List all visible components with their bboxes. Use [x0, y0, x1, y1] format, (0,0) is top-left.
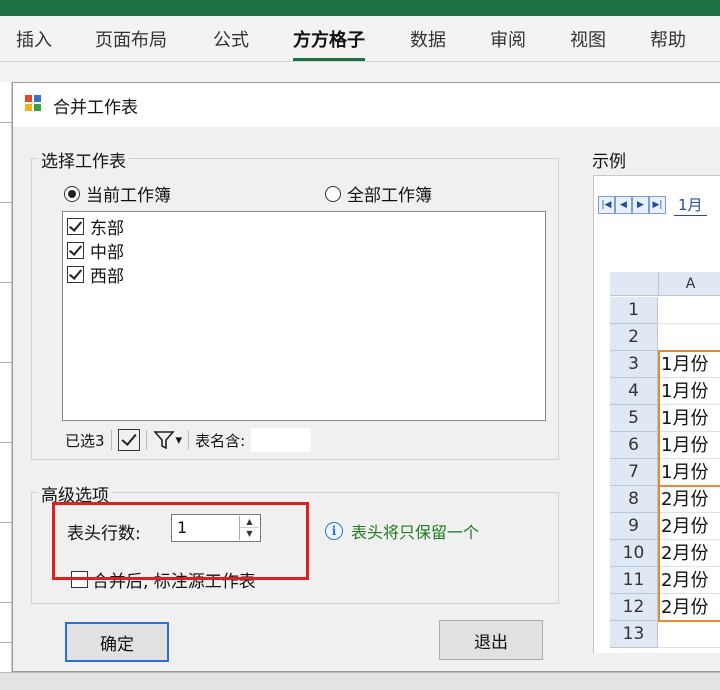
- nav-next-icon: ▶: [632, 196, 649, 214]
- sheet-checkbox[interactable]: [67, 242, 84, 259]
- sheet-checkbox[interactable]: [67, 266, 84, 283]
- row-header: 10: [610, 540, 658, 567]
- column-header-a: A: [658, 272, 720, 296]
- row-header: 11: [610, 567, 658, 594]
- chevron-down-icon: ▾: [175, 432, 183, 448]
- example-label: 示例: [589, 147, 629, 172]
- radio-current-label: 当前工作簿: [86, 186, 171, 206]
- example-sheet-tab: 1月: [674, 194, 707, 216]
- ribbon-tab-bar: 插入 页面布局 公式 方方格子 数据 审阅 视图 帮助: [0, 16, 720, 62]
- header-info-note: i 表头将只保留一个: [325, 519, 479, 543]
- sheet-item-central[interactable]: 中部: [67, 238, 124, 263]
- app-icon: [25, 95, 43, 113]
- sheet-name: 东部: [90, 219, 124, 239]
- select-sheets-label: 选择工作表: [38, 147, 129, 172]
- tab-help[interactable]: 帮助: [650, 26, 686, 52]
- name-contains-input[interactable]: [251, 428, 312, 452]
- tab-page-layout[interactable]: 页面布局: [95, 26, 167, 52]
- tab-review[interactable]: 审阅: [490, 26, 526, 52]
- group-jan-outline: [658, 350, 720, 487]
- dialog-title: 合并工作表: [53, 98, 138, 118]
- select-all-checkbox-icon[interactable]: [117, 429, 140, 451]
- row-header: 4: [610, 378, 658, 405]
- row-header: 5: [610, 405, 658, 432]
- radio-all-indicator: [325, 185, 341, 202]
- example-cell: [658, 297, 720, 324]
- excel-title-bar: [0, 0, 720, 16]
- sheet-item-east[interactable]: 东部: [67, 214, 124, 239]
- nav-first-icon: |◀: [598, 196, 615, 214]
- tab-fangfang-gezi[interactable]: 方方格子: [293, 26, 365, 61]
- example-preview: |◀ ◀ ▶ ▶| 1月 A 1 2 3 1月份 4 1月份 5 1月份 6 1月份 7 1月份 8 2月…: [593, 175, 720, 653]
- row-header: 2: [610, 324, 658, 351]
- nav-last-icon: ▶|: [649, 196, 666, 214]
- info-icon: i: [325, 522, 343, 540]
- row-header: 6: [610, 432, 658, 459]
- sheet-name: 中部: [90, 243, 124, 263]
- radio-current-indicator: [64, 185, 80, 202]
- example-column-header-row: A: [610, 272, 720, 296]
- ribbon-commands: [0, 62, 720, 82]
- row-header: 7: [610, 459, 658, 486]
- selection-status-bar: 已选3 ▾ 表名含:: [65, 425, 312, 455]
- tab-formulas[interactable]: 公式: [213, 26, 249, 52]
- filter-icon: [152, 431, 175, 450]
- selected-count: 已选3: [65, 431, 105, 450]
- group-feb-outline: [658, 485, 720, 622]
- nav-prev-icon: ◀: [615, 196, 632, 214]
- sheet-list[interactable]: 东部 中部 西部: [62, 211, 546, 421]
- info-text: 表头将只保留一个: [351, 523, 480, 542]
- filter-dropdown[interactable]: ▾: [152, 429, 183, 451]
- radio-all-label: 全部工作簿: [347, 186, 432, 206]
- merge-sheets-dialog: 合并工作表 选择工作表 当前工作簿 全部工作簿 东部 中部 西部 已选3 ▾ 表…: [12, 82, 720, 672]
- sheet-item-west[interactable]: 西部: [67, 262, 124, 287]
- highlight-annotation-box: [52, 502, 309, 580]
- ok-button[interactable]: 确定: [65, 622, 169, 662]
- row-header: 8: [610, 486, 658, 513]
- sheet-name: 西部: [90, 267, 124, 287]
- exit-button[interactable]: 退出: [439, 620, 543, 660]
- example-cell: [658, 324, 720, 351]
- row-header: 13: [610, 621, 658, 648]
- tab-data[interactable]: 数据: [410, 26, 446, 52]
- sheet-checkbox[interactable]: [67, 218, 84, 235]
- radio-current-workbook[interactable]: 当前工作簿: [64, 181, 171, 206]
- tab-insert[interactable]: 插入: [16, 26, 52, 52]
- row-header: 9: [610, 513, 658, 540]
- row-header: 12: [610, 594, 658, 621]
- dialog-title-bar: 合并工作表: [13, 83, 720, 127]
- tab-view[interactable]: 视图: [570, 26, 606, 52]
- sheet-grid-edge: [0, 82, 12, 690]
- sheet-tab-bar: [0, 672, 720, 690]
- row-header: 3: [610, 351, 658, 378]
- example-sheet-nav: |◀ ◀ ▶ ▶| 1月: [598, 194, 720, 216]
- radio-all-workbooks[interactable]: 全部工作簿: [325, 181, 432, 206]
- name-contains-label: 表名含:: [195, 431, 246, 450]
- row-header: 1: [610, 297, 658, 324]
- example-cell: [658, 621, 720, 648]
